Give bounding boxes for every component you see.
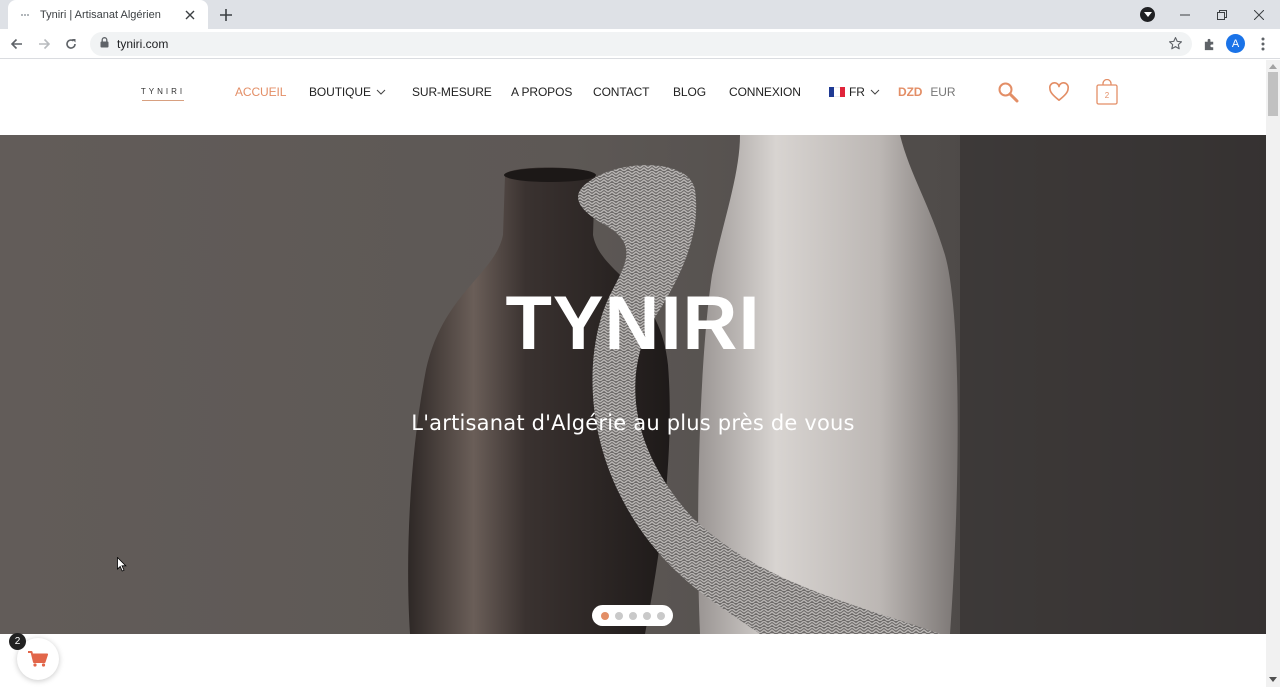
- browser-tabstrip: Tyniri | Artisanat Algérien: [0, 0, 1280, 29]
- browser-toolbar: tyniri.com A: [0, 29, 1280, 59]
- nav-connexion[interactable]: CONNEXION: [729, 85, 801, 99]
- currency-dzd[interactable]: DZD: [898, 85, 922, 99]
- scroll-thumb[interactable]: [1268, 72, 1278, 116]
- currency-eur[interactable]: EUR: [930, 85, 955, 99]
- star-icon[interactable]: [1168, 36, 1184, 52]
- cart-bag-icon[interactable]: 2: [1095, 79, 1119, 105]
- mouse-cursor-icon: [117, 557, 127, 572]
- close-icon[interactable]: [182, 7, 198, 23]
- url-text: tyniri.com: [117, 37, 169, 51]
- site-logo[interactable]: TYNIRI: [141, 87, 185, 103]
- back-icon[interactable]: [6, 33, 28, 55]
- chevron-down-icon: [376, 89, 386, 95]
- hero-subtitle: L'artisanat d'Algérie au plus près de vo…: [411, 411, 855, 435]
- address-bar[interactable]: tyniri.com: [90, 32, 1192, 56]
- scroll-up-icon[interactable]: [1269, 64, 1277, 69]
- language-switcher[interactable]: FR: [829, 85, 880, 99]
- menu-icon[interactable]: [1252, 33, 1274, 55]
- language-label: FR: [849, 85, 865, 99]
- cart-count: 2: [1104, 91, 1110, 100]
- hero-image: [0, 135, 1266, 634]
- flag-fr-icon: [829, 87, 845, 97]
- nav-blog[interactable]: BLOG: [673, 85, 706, 99]
- scroll-down-icon[interactable]: [1269, 677, 1277, 682]
- currency-switcher: DZD EUR: [898, 85, 956, 99]
- wishlist-heart-icon[interactable]: [1047, 80, 1071, 104]
- content-area: [0, 634, 1266, 687]
- reload-icon[interactable]: [60, 33, 82, 55]
- page-scrollbar[interactable]: [1266, 60, 1280, 687]
- slider-pagination: [592, 605, 673, 626]
- plus-icon[interactable]: [216, 5, 236, 25]
- nav-boutique[interactable]: BOUTIQUE: [309, 85, 386, 99]
- search-icon[interactable]: [996, 80, 1020, 104]
- slider-dot-3[interactable]: [628, 611, 637, 620]
- slider-dot-4[interactable]: [642, 611, 651, 620]
- nav-a-propos[interactable]: A PROPOS: [511, 85, 572, 99]
- slider-dot-1[interactable]: [600, 611, 609, 620]
- hero-slider: TYNIRI L'artisanat d'Algérie au plus prè…: [0, 135, 1266, 634]
- nav-boutique-label: BOUTIQUE: [309, 85, 371, 99]
- nav-contact[interactable]: CONTACT: [593, 85, 650, 99]
- site-header: TYNIRI ACCUEIL BOUTIQUE SUR-MESURE A PRO…: [0, 60, 1266, 135]
- minimize-icon[interactable]: [1167, 0, 1203, 29]
- cart-icon: [28, 651, 48, 667]
- browser-tab[interactable]: Tyniri | Artisanat Algérien: [8, 0, 208, 29]
- tab-search-icon[interactable]: [1140, 7, 1155, 22]
- maximize-icon[interactable]: [1204, 0, 1240, 29]
- chevron-down-icon: [870, 89, 880, 95]
- extensions-icon[interactable]: [1198, 33, 1220, 55]
- nav-sur-mesure[interactable]: SUR-MESURE: [412, 85, 492, 99]
- logo-underline: [142, 100, 184, 101]
- tab-title: Tyniri | Artisanat Algérien: [40, 8, 161, 21]
- favicon-icon: [18, 11, 32, 19]
- close-window-icon[interactable]: [1241, 0, 1277, 29]
- forward-icon[interactable]: [33, 33, 55, 55]
- profile-avatar[interactable]: A: [1226, 34, 1245, 53]
- floating-cart-count: 2: [9, 633, 26, 650]
- nav-accueil[interactable]: ACCUEIL: [235, 85, 286, 99]
- logo-text: TYNIRI: [140, 87, 186, 96]
- hero-title: TYNIRI: [505, 281, 761, 366]
- lock-icon: [100, 35, 109, 53]
- slider-dot-5[interactable]: [656, 611, 665, 620]
- slider-dot-2[interactable]: [614, 611, 623, 620]
